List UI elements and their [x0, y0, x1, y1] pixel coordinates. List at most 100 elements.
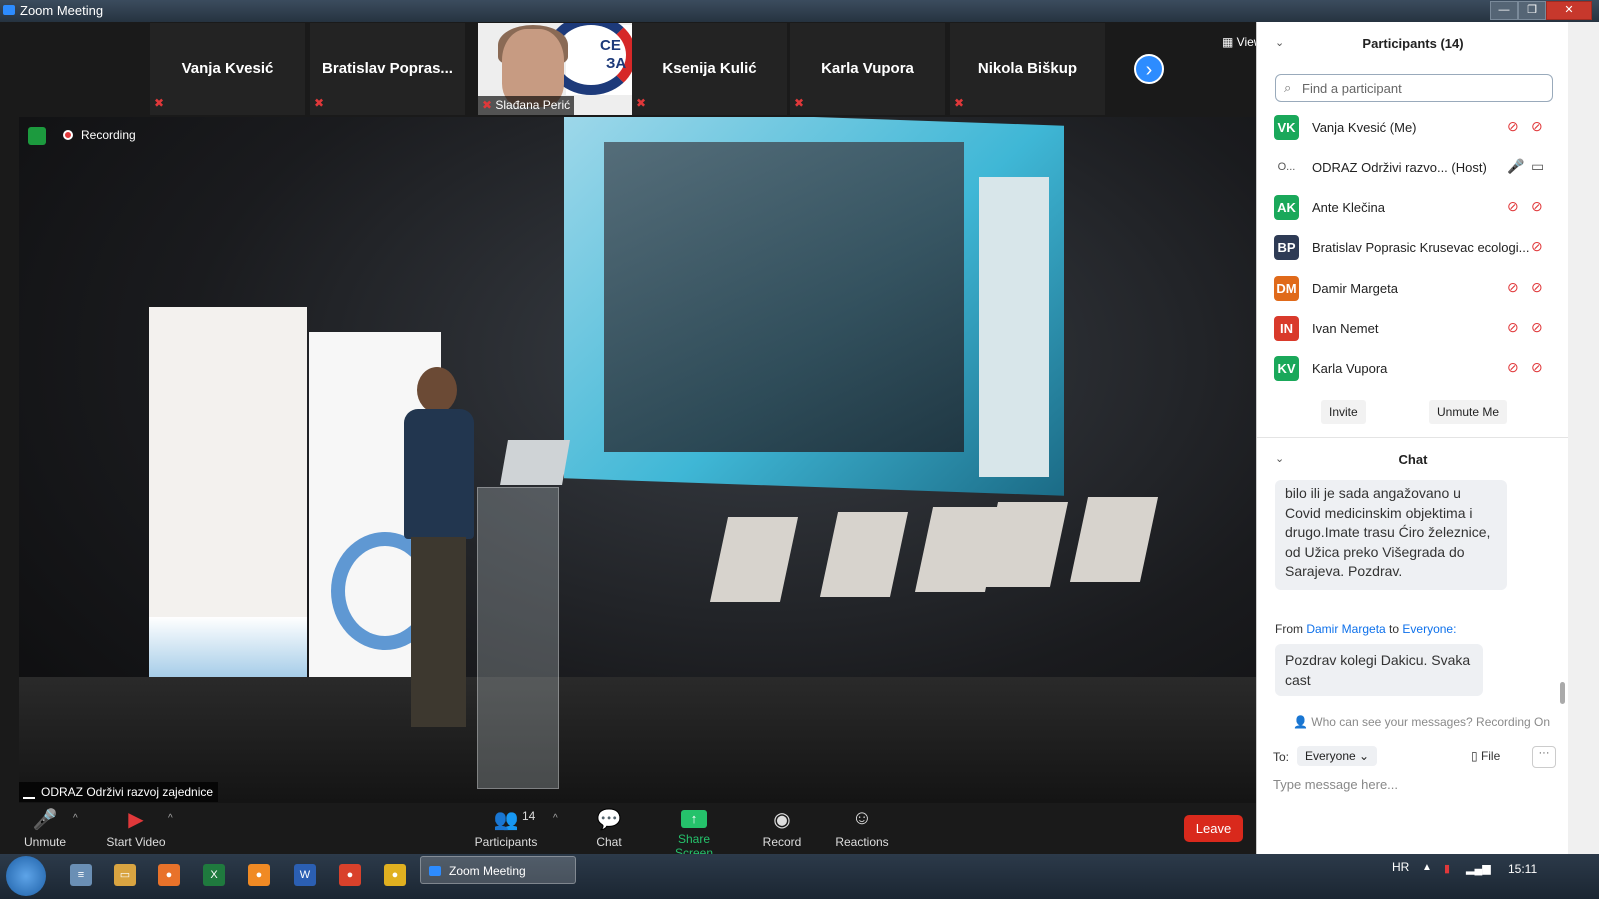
- participant-name: Ivan Nemet: [1312, 321, 1379, 336]
- mic-muted-icon: ⊘: [1507, 198, 1519, 214]
- person-icon: 👤: [1293, 715, 1312, 729]
- tray-alert-icon[interactable]: ▮: [1444, 862, 1450, 875]
- thumb-name: Ksenija Kulić: [662, 60, 757, 77]
- chrome-icon[interactable]: ●: [339, 864, 361, 886]
- chair: [709, 517, 799, 602]
- caret-up-icon[interactable]: ^: [168, 813, 173, 824]
- avatar: KV: [1274, 356, 1299, 381]
- recipient-name: Everyone:: [1402, 622, 1457, 636]
- caret-up-icon[interactable]: ^: [553, 813, 558, 824]
- thumb-name: Bratislav Popras...: [322, 60, 453, 77]
- app-icon[interactable]: ●: [248, 864, 270, 886]
- sender-name[interactable]: Damir Margeta: [1306, 622, 1385, 636]
- avatar: VK: [1274, 115, 1299, 140]
- share-screen-button[interactable]: ↑ Share Screen: [658, 807, 730, 860]
- chat-message: Pozdrav kolegi Dakicu. Svaka cast: [1275, 644, 1483, 696]
- projected-content: [604, 142, 964, 452]
- file-button[interactable]: ▯ File: [1471, 749, 1500, 763]
- thumb-bratislav[interactable]: Bratislav Popras... ✖: [310, 23, 465, 115]
- visibility-notice[interactable]: 👤 Who can see your messages? Recording O…: [1293, 715, 1550, 729]
- thumb-vanja[interactable]: Vanja Kvesić ✖: [150, 23, 305, 115]
- next-page-icon[interactable]: ›: [1134, 54, 1164, 84]
- reactions-button[interactable]: ☺ Reactions: [832, 807, 892, 849]
- participant-row[interactable]: IN Ivan Nemet ⊘ ⊘: [1257, 308, 1569, 348]
- participant-row[interactable]: O... ODRAZ Održivi razvo... (Host) 🎤 ▭: [1257, 147, 1569, 187]
- to-label: To:: [1273, 750, 1290, 764]
- leave-button[interactable]: Leave: [1184, 815, 1243, 842]
- excel-icon[interactable]: X: [203, 864, 225, 886]
- chat-bubble-icon: 💬: [596, 809, 622, 831]
- security-shield-icon[interactable]: [28, 127, 46, 145]
- folder-icon[interactable]: ▭: [114, 864, 136, 886]
- thumb-ksenija[interactable]: Ksenija Kulić ✖: [632, 23, 787, 115]
- participant-row[interactable]: BP Bratislav Poprasic Krusevac ecologi..…: [1257, 227, 1569, 267]
- participant-row[interactable]: DM Damir Margeta ⊘ ⊘: [1257, 268, 1569, 308]
- chat-message-input[interactable]: Type message here...: [1273, 777, 1398, 792]
- avatar: IN: [1274, 316, 1299, 341]
- thumb-karla[interactable]: Karla Vupora ✖: [790, 23, 945, 115]
- camera-off-icon: ⊘: [1531, 118, 1543, 134]
- unmute-button[interactable]: 🎤 Unmute: [22, 807, 68, 849]
- mic-off-icon: 🎤: [32, 809, 58, 831]
- mic-muted-icon: ⊘: [1507, 279, 1519, 295]
- avatar: O...: [1274, 155, 1299, 180]
- invite-button[interactable]: Invite: [1321, 400, 1366, 424]
- chrome-icon[interactable]: ●: [384, 864, 406, 886]
- search-icon: ⌕: [1284, 80, 1292, 95]
- share-arrow-icon: ↑: [681, 810, 707, 828]
- participant-row[interactable]: AK Ante Klečina ⊘ ⊘: [1257, 187, 1569, 227]
- panel-scrollbar[interactable]: [1568, 22, 1599, 854]
- laptop: [500, 440, 570, 485]
- notepad-icon[interactable]: ≡: [70, 864, 92, 886]
- maximize-button[interactable]: ❐: [1518, 1, 1546, 20]
- mic-muted-icon: ⊘: [1507, 319, 1519, 335]
- language-indicator[interactable]: HR: [1392, 860, 1409, 874]
- chat-scrollbar[interactable]: [1560, 682, 1565, 704]
- participant-name: Ante Klečina: [1312, 200, 1385, 215]
- camera-off-icon: ⊘: [1531, 359, 1543, 375]
- thumb-name: Nikola Biškup: [977, 60, 1078, 77]
- window-title: Zoom Meeting: [20, 3, 104, 18]
- speaker-person: [399, 367, 474, 737]
- recipient-dropdown[interactable]: Everyone ⌄: [1297, 746, 1378, 766]
- recording-label: Recording: [81, 128, 136, 142]
- start-button-icon[interactable]: [6, 856, 46, 896]
- mic-muted-icon: ✖: [636, 96, 647, 110]
- projected-sidebar: [979, 177, 1049, 477]
- chat-button[interactable]: 💬 Chat: [590, 807, 628, 849]
- zoom-logo-icon: [429, 866, 441, 876]
- record-button[interactable]: ◉ Record: [760, 807, 804, 849]
- participant-name: Karla Vupora: [1312, 361, 1388, 376]
- thumb-sladjana-video[interactable]: CE ЗА ✖ Slađana Perić: [478, 23, 638, 115]
- zoom-logo-icon: [3, 5, 15, 15]
- mic-muted-icon: ✖: [794, 96, 805, 110]
- side-panel: ⌄ Participants (14) ⌕ Find a participant…: [1256, 22, 1569, 854]
- minimize-button[interactable]: —: [1490, 1, 1518, 20]
- start-video-button[interactable]: ▶ Start Video: [104, 807, 168, 849]
- network-icon[interactable]: ▂▄▆: [1466, 862, 1491, 875]
- participant-search-input[interactable]: ⌕ Find a participant: [1275, 74, 1553, 102]
- file-icon: ▯: [1471, 749, 1481, 763]
- thumb-nikola[interactable]: Nikola Biškup ✖: [950, 23, 1105, 115]
- rollup-banner-left: [149, 307, 307, 707]
- participant-row[interactable]: VK Vanja Kvesić (Me) ⊘ ⊘: [1257, 107, 1569, 147]
- divider: [1257, 437, 1569, 438]
- chat-title: Chat: [1398, 452, 1428, 467]
- avatar: DM: [1274, 276, 1299, 301]
- participant-row[interactable]: KV Karla Vupora ⊘ ⊘: [1257, 348, 1569, 388]
- chevron-down-icon: ⌄: [1355, 749, 1370, 763]
- mic-on-icon: 🎤: [1507, 158, 1525, 174]
- unmute-me-button[interactable]: Unmute Me: [1429, 400, 1508, 424]
- caret-up-icon[interactable]: ^: [73, 813, 78, 824]
- firefox-icon[interactable]: ●: [158, 864, 180, 886]
- avatar: BP: [1274, 235, 1299, 260]
- taskbar-zoom-meeting[interactable]: Zoom Meeting: [420, 856, 576, 884]
- close-window-button[interactable]: ✕: [1546, 1, 1592, 20]
- word-icon[interactable]: W: [294, 864, 316, 886]
- camera-off-icon: ⊘: [1531, 319, 1543, 335]
- tray-up-icon[interactable]: ▲: [1422, 862, 1432, 873]
- more-options-button[interactable]: ···: [1532, 746, 1556, 768]
- glass-podium: [477, 487, 559, 789]
- clock[interactable]: 15:11: [1508, 862, 1537, 876]
- mic-muted-icon: ⊘: [1507, 359, 1519, 375]
